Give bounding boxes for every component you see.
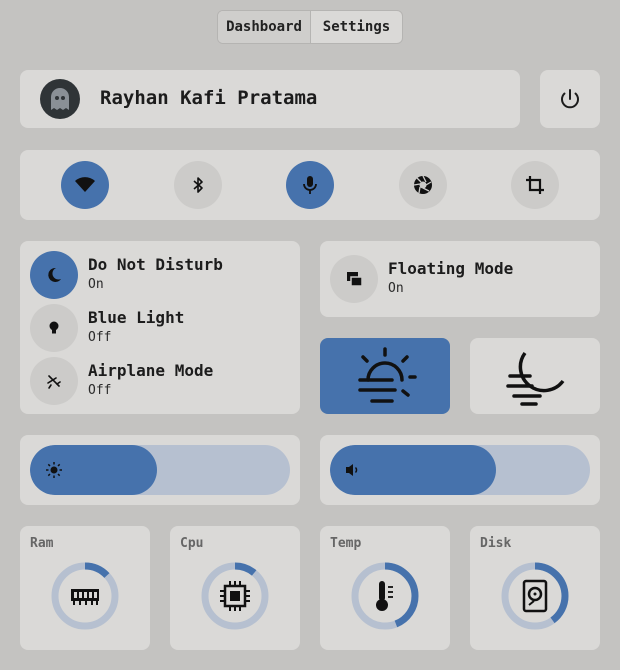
crop-icon	[526, 176, 544, 194]
volume-slider[interactable]	[330, 445, 590, 495]
memory-icon	[71, 589, 99, 605]
sun-icon	[46, 462, 62, 478]
screenshot-toggle[interactable]	[399, 161, 447, 209]
brightness-slider[interactable]	[30, 445, 290, 495]
blue-light-toggle[interactable]	[30, 304, 78, 352]
cpu-icon	[220, 581, 250, 611]
tab-bar: Dashboard Settings	[217, 10, 403, 44]
cpu-monitor: Cpu	[170, 526, 300, 650]
bluetooth-toggle[interactable]	[174, 161, 222, 209]
ghost-icon	[51, 88, 69, 110]
hard-drive-icon	[522, 579, 548, 613]
airplane-mode-state: Off	[88, 383, 112, 398]
wifi-icon	[75, 177, 95, 192]
floating-window-icon	[347, 272, 363, 287]
wifi-toggle[interactable]	[61, 161, 109, 209]
temp-monitor: Temp	[320, 526, 450, 650]
lightbulb-icon	[49, 321, 59, 334]
power-button[interactable]	[540, 70, 600, 128]
dark-theme-button[interactable]	[470, 338, 600, 414]
bluetooth-icon	[193, 177, 203, 193]
blue-light-state: Off	[88, 330, 112, 345]
mode-toggles: Do Not Disturb On Blue Light Off Airplan…	[20, 241, 300, 414]
profile-card: Rayhan Kafi Pratama	[20, 70, 520, 128]
disk-gauge	[501, 562, 569, 630]
floating-mode-label: Floating Mode	[388, 259, 514, 278]
microphone-toggle[interactable]	[286, 161, 334, 209]
ram-gauge	[51, 562, 119, 630]
ram-label: Ram	[30, 536, 54, 551]
disk-monitor: Disk	[470, 526, 600, 650]
microphone-icon	[303, 176, 317, 194]
floating-mode-state: On	[388, 281, 404, 296]
floating-mode-toggle[interactable]	[330, 255, 378, 303]
moon-fog-icon	[506, 351, 565, 406]
avatar	[40, 79, 80, 119]
cpu-label: Cpu	[180, 536, 204, 551]
brightness-card	[20, 435, 300, 505]
airplane-mode-label: Airplane Mode	[88, 361, 214, 380]
cpu-gauge	[201, 562, 269, 630]
temp-gauge	[351, 562, 419, 630]
tab-dashboard[interactable]: Dashboard	[218, 11, 311, 43]
moon-icon	[48, 267, 61, 282]
blue-light-label: Blue Light	[88, 308, 185, 327]
airplane-icon	[47, 375, 61, 389]
sunrise-icon	[358, 347, 417, 403]
do-not-disturb-state: On	[88, 277, 104, 292]
floating-mode-card: Floating Mode On	[320, 241, 600, 317]
ram-monitor: Ram	[20, 526, 150, 650]
power-icon	[561, 89, 579, 109]
quick-toggles	[20, 150, 600, 220]
do-not-disturb-label: Do Not Disturb	[88, 255, 223, 274]
volume-card	[320, 435, 600, 505]
speaker-icon	[346, 464, 358, 476]
tab-settings[interactable]: Settings	[311, 11, 402, 43]
profile-name: Rayhan Kafi Pratama	[100, 87, 318, 109]
light-theme-button[interactable]	[320, 338, 450, 414]
thermometer-icon	[376, 581, 393, 611]
temp-label: Temp	[330, 536, 362, 551]
do-not-disturb-toggle[interactable]	[30, 251, 78, 299]
disk-label: Disk	[480, 536, 512, 551]
camera-shutter-icon	[413, 175, 432, 194]
airplane-mode-toggle[interactable]	[30, 357, 78, 405]
crop-toggle[interactable]	[511, 161, 559, 209]
